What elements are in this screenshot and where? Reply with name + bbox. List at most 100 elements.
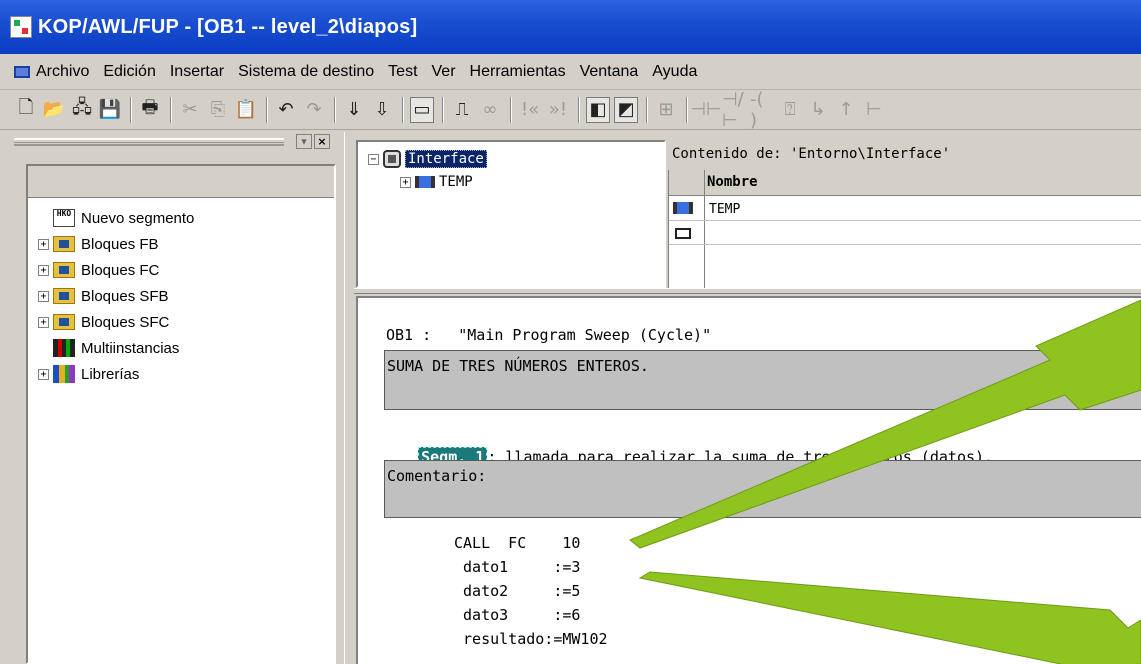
print-icon[interactable]: 🖶 <box>138 97 162 123</box>
folder-icon <box>53 288 75 304</box>
open-icon[interactable]: 📂 <box>42 97 66 123</box>
toolbar-separator <box>130 96 132 123</box>
contents-table: Nombre TEMP <box>668 170 1141 288</box>
tree-item-label: Librerías <box>81 365 140 383</box>
expand-icon[interactable]: + <box>400 176 411 188</box>
toolbar-separator <box>442 96 444 123</box>
overview-icon[interactable]: ▭ <box>410 96 434 123</box>
new-icon[interactable]: 🗋 <box>14 97 38 123</box>
empty-box-icon[interactable]: ⍰ <box>778 97 802 123</box>
table-header: Nombre <box>669 170 1141 196</box>
code-line[interactable]: dato3 :=6 <box>454 606 580 624</box>
save-icon[interactable]: 💾 <box>98 97 122 123</box>
toolbar-separator <box>578 96 580 123</box>
toolbar-separator <box>266 96 268 123</box>
coil-icon[interactable]: -( ) <box>750 89 774 131</box>
menu-herramientas[interactable]: Herramientas <box>470 63 566 81</box>
temp-icon <box>415 176 435 188</box>
paste-icon[interactable]: 📋 <box>234 97 258 123</box>
temp-label: TEMP <box>439 174 473 190</box>
expand-icon[interactable]: + <box>38 290 49 302</box>
menu-bar: Archivo Edición Insertar Sistema de dest… <box>0 54 1141 90</box>
view-overview-icon[interactable]: ◧ <box>586 96 610 123</box>
tree-item-label: Nuevo segmento <box>81 209 195 227</box>
tree-item-label: Bloques FC <box>81 261 160 279</box>
toolbar-separator <box>170 96 172 123</box>
tree-item-nuevo-segmento[interactable]: HKO Nuevo segmento <box>38 206 194 230</box>
block-header: OB1 : "Main Program Sweep (Cycle)" <box>386 326 712 344</box>
block-comment-box[interactable]: SUMA DE TRES NÚMEROS ENTEROS. <box>384 350 1141 410</box>
document-menu-icon[interactable] <box>14 65 30 78</box>
horizontal-splitter[interactable] <box>354 288 1141 294</box>
expand-icon[interactable]: + <box>38 368 49 380</box>
title-bar: KOP/AWL/FUP - [OB1 -- level_2\diapos] <box>0 0 1141 54</box>
tree-item-bloques-sfb[interactable]: + Bloques SFB <box>38 284 169 308</box>
toolbar-separator <box>646 96 648 123</box>
load-icon[interactable]: ⇓ <box>342 97 366 123</box>
code-line[interactable]: dato1 :=3 <box>454 558 580 576</box>
menu-edicion[interactable]: Edición <box>103 63 155 81</box>
expand-icon[interactable]: + <box>38 238 49 250</box>
tree-item-label: Multiinstancias <box>81 339 180 357</box>
expand-icon[interactable]: + <box>38 264 49 276</box>
menu-archivo[interactable]: Archivo <box>36 63 89 81</box>
new-segment-toolbar-icon[interactable]: ⊞ <box>654 97 678 123</box>
program-elements-pane: ▾ × HKO Nuevo segmento + Bloques FB + Bl… <box>0 132 344 664</box>
copy-icon[interactable]: ⎘ <box>206 97 230 123</box>
undo-icon[interactable]: ↶ <box>274 97 298 123</box>
menu-ver[interactable]: Ver <box>432 63 456 81</box>
interface-icon <box>383 150 401 168</box>
app-icon[interactable] <box>10 16 32 38</box>
menu-test[interactable]: Test <box>388 63 417 81</box>
code-line[interactable]: resultado:=MW102 <box>454 630 608 648</box>
tree-header <box>28 166 334 198</box>
cut-icon[interactable]: ✂ <box>178 97 202 123</box>
column-header-nombre[interactable]: Nombre <box>707 174 758 190</box>
online-icon[interactable]: ⎍ <box>450 97 474 123</box>
next-segment-icon[interactable]: »! <box>546 97 570 123</box>
vertical-splitter[interactable] <box>344 132 354 664</box>
menu-insertar[interactable]: Insertar <box>170 63 224 81</box>
nc-contact-icon[interactable]: ⊣/⊢ <box>722 89 746 131</box>
pane-grip[interactable]: ▾ × <box>0 132 344 154</box>
toolbar-separator <box>334 96 336 123</box>
tree-item-bloques-sfc[interactable]: + Bloques SFC <box>38 310 169 334</box>
tree-item-interface[interactable]: − Interface <box>368 150 487 168</box>
segment-comment-box[interactable]: Comentario: <box>384 460 1141 518</box>
toolbar-separator <box>402 96 404 123</box>
expand-icon[interactable]: + <box>38 316 49 328</box>
tree-item-multiinstancias[interactable]: Multiinstancias <box>38 336 179 360</box>
tree-item-librerias[interactable]: + Librerías <box>38 362 139 386</box>
interface-tree: − Interface + TEMP <box>356 140 666 288</box>
tree-item-bloques-fc[interactable]: + Bloques FC <box>38 258 159 282</box>
connection-icon[interactable]: ⊢ <box>862 97 886 123</box>
temp-icon <box>673 202 693 214</box>
menu-ventana[interactable]: Ventana <box>580 63 639 81</box>
code-line[interactable]: dato2 :=5 <box>454 582 580 600</box>
pane-minimize-icon[interactable]: ▾ <box>296 134 312 149</box>
prev-segment-icon[interactable]: !« <box>518 97 542 123</box>
menu-ayuda[interactable]: Ayuda <box>652 63 697 81</box>
download-icon[interactable]: ⇩ <box>370 97 394 123</box>
multiinstance-icon <box>53 339 75 357</box>
code-line[interactable]: CALL FC 10 <box>454 534 580 552</box>
folder-icon <box>53 236 75 252</box>
tree-item-temp[interactable]: + TEMP <box>400 174 473 190</box>
toolbar-separator <box>510 96 512 123</box>
tree-item-label: Bloques SFB <box>81 287 169 305</box>
folder-icon <box>53 314 75 330</box>
menu-sistema-de-destino[interactable]: Sistema de destino <box>238 63 374 81</box>
tree-item-bloques-fb[interactable]: + Bloques FB <box>38 232 159 256</box>
table-row[interactable]: TEMP <box>709 202 740 217</box>
no-contact-icon[interactable]: ⊣⊢ <box>690 97 721 123</box>
view-details-icon[interactable]: ◩ <box>614 96 638 123</box>
code-editor[interactable]: OB1 : "Main Program Sweep (Cycle)" SUMA … <box>356 296 1141 664</box>
pane-close-icon[interactable]: × <box>314 134 330 149</box>
new-row-icon[interactable] <box>675 228 691 239</box>
accessible-nodes-icon[interactable]: 🖧 <box>70 97 94 123</box>
redo-icon[interactable]: ↷ <box>302 97 326 123</box>
branch-close-icon[interactable]: ↑ <box>834 97 858 123</box>
monitor-icon[interactable]: ∞ <box>478 97 502 123</box>
branch-open-icon[interactable]: ↳ <box>806 97 830 123</box>
collapse-icon[interactable]: − <box>368 153 379 165</box>
